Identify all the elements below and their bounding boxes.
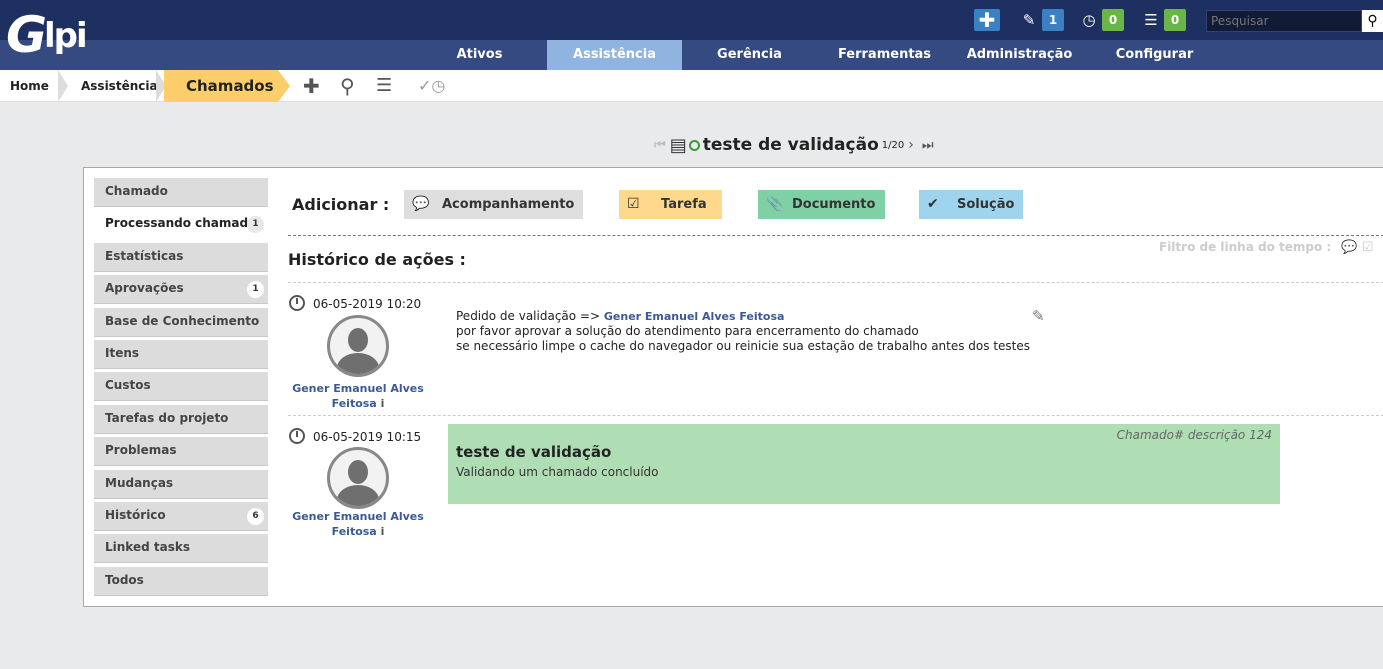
description-text: Validando um chamado concluído [456,465,659,479]
entry-date: 06-05-2019 10:15 [313,430,422,444]
entry-date: 06-05-2019 10:20 [313,297,422,311]
validation-user-link[interactable]: Gener Emanuel Alves Feitosa [604,310,785,323]
breadcrumb: Home Assistência Chamados ✚ ⚲ ☰ ✓◷ [0,70,1383,102]
checkbox-icon[interactable]: ☑ [1362,240,1374,255]
paperclip-icon: 📎 [766,196,784,212]
breadcrumb-home[interactable]: Home [10,70,49,102]
nav-ativos[interactable]: Ativos [412,40,547,70]
ticket-pager: ⏮ ▤ teste de validação 1/20 › ⏭ [654,134,934,156]
avatar [327,447,389,509]
main-nav: Ativos Assistência Gerência Ferramentas … [0,40,1383,70]
plus-icon[interactable]: ✚ [974,9,1000,31]
add-shortcut[interactable]: ✚ [974,9,1000,31]
nav-gerencia[interactable]: Gerência [682,40,817,70]
sidebar-item-base-conhecimento[interactable]: Base de Conhecimento [94,307,268,337]
sidebar-item-mudancas[interactable]: Mudanças [94,469,268,499]
count-badge: 1 [247,216,264,234]
sidebar-item-custos[interactable]: Custos [94,372,268,402]
count-badge: 6 [247,507,264,525]
search-icon[interactable]: ⚲ [1362,10,1383,32]
nav-ferramentas[interactable]: Ferramentas [817,40,952,70]
sidebar-item-itens[interactable]: Itens [94,339,268,369]
ticket-title: teste de validação [702,135,879,155]
comment-icon[interactable]: 💬 [1341,240,1357,255]
description-ref: Chamado# descrição 124 [1116,428,1272,442]
breadcrumb-assistencia[interactable]: Assistência [81,70,158,102]
ticket-panel: Chamado Processando chamado 1 Estatística… [83,167,1383,607]
reminders-shortcut[interactable]: ◷ 0 [1080,9,1124,31]
glpi-logo[interactable]: Glpi [6,6,98,64]
history-title: Histórico de ações : [288,250,466,269]
add-followup-button[interactable]: 💬 Acompanhamento [404,190,583,219]
status-icon [688,139,700,151]
next-icon[interactable]: › [908,137,914,153]
list-icon[interactable]: ☰ [376,74,392,98]
count-badge: 1 [247,281,264,299]
add-task-button[interactable]: ☑ Tarefa [619,190,722,219]
breadcrumb-chamados[interactable]: Chamados [164,70,278,102]
nav-configurar[interactable]: Configurar [1087,40,1222,70]
comment-icon: 💬 [412,196,430,212]
sidebar-item-aprovacoes[interactable]: Aprovações 1 [94,275,268,305]
sidebar: Chamado Processando chamado 1 Estatística… [94,178,268,599]
search-icon[interactable]: ⚲ [340,74,355,98]
nav-assistencia[interactable]: Assistência [547,40,682,70]
sidebar-item-historico[interactable]: Histórico 6 [94,501,268,531]
page-position: 1/20 [881,139,905,151]
sidebar-item-processando[interactable]: Processando chamado 1 [94,210,268,240]
validation-message: Pedido de validação => Gener Emanuel Alv… [456,309,1031,353]
sidebar-item-tarefas-projeto[interactable]: Tarefas do projeto [94,404,268,434]
add-label: Adicionar : [292,195,390,214]
info-icon[interactable]: i [381,397,385,410]
add-icon[interactable]: ✚ [303,74,320,98]
nav-administracao[interactable]: Administração [952,40,1087,70]
search-input[interactable] [1206,10,1362,32]
avatar [327,315,389,377]
ticket-description: Chamado# descrição 124 teste de validaçã… [448,424,1280,504]
sidebar-item-todos[interactable]: Todos [94,566,268,596]
reminder-count: 0 [1102,9,1124,31]
list-count: 0 [1164,9,1186,31]
entry-user[interactable]: Gener Emanuel Alves Feitosa i [283,381,433,411]
description-title: teste de validação [456,443,612,461]
sidebar-item-chamado[interactable]: Chamado [94,178,268,207]
checkbox-icon: ☑ [627,196,640,212]
info-icon[interactable]: i [381,525,385,538]
first-page-icon[interactable]: ⏮ [654,138,666,153]
clock-icon: ◷ [1082,11,1096,29]
list-icon: ☰ [1144,11,1158,29]
sidebar-item-problemas[interactable]: Problemas [94,437,268,467]
ticket-icon: ▤ [669,134,687,156]
edit-icon[interactable]: ✎ [1032,307,1045,325]
list-shortcut[interactable]: ☰ 0 [1142,9,1186,31]
check-icon: ✔ [927,196,939,212]
tickets-shortcut[interactable]: ✎ 1 [1020,9,1064,31]
check-icon[interactable]: ✓◷ [418,74,445,98]
clock-icon [289,428,305,444]
clock-icon [289,295,305,311]
last-page-icon[interactable]: ⏭ [922,138,934,153]
sidebar-item-linked-tasks[interactable]: Linked tasks [94,534,268,564]
ticket-count: 1 [1042,9,1064,31]
ticket-icon: ✎ [1022,11,1036,29]
add-document-button[interactable]: 📎 Documento [758,190,885,219]
entry-user[interactable]: Gener Emanuel Alves Feitosa i [283,509,433,539]
sidebar-item-estatisticas[interactable]: Estatísticas [94,242,268,272]
add-solution-button[interactable]: ✔ Solução [919,190,1023,219]
timeline-filter[interactable]: Filtro de linha do tempo : 💬 ☑ [1159,240,1373,255]
